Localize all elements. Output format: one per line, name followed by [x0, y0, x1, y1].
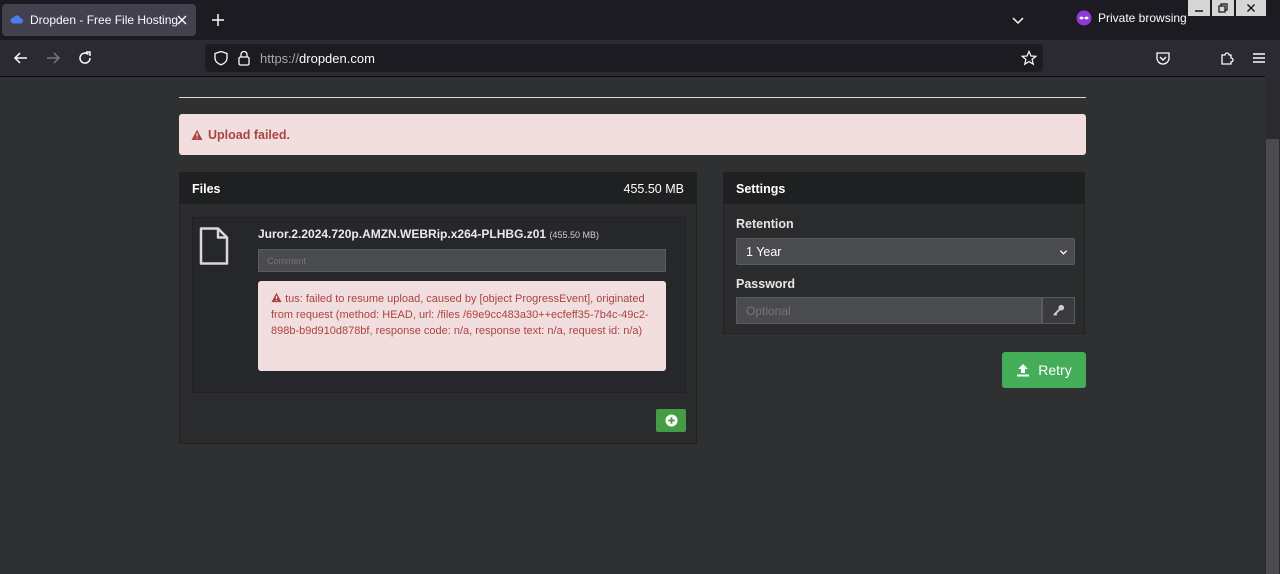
add-file-button[interactable]: [656, 409, 686, 432]
upload-failed-alert: Upload failed.: [179, 114, 1086, 155]
file-size: (455.50 MB): [549, 230, 599, 240]
private-browsing-indicator: Private browsing: [1076, 10, 1187, 26]
generate-password-button[interactable]: [1042, 297, 1075, 324]
restore-icon: [1218, 3, 1228, 13]
warning-icon: [191, 129, 203, 140]
private-mask-icon: [1076, 10, 1092, 26]
extensions-puzzle-icon[interactable]: [1219, 50, 1235, 66]
file-icon: [199, 227, 229, 265]
file-error-message: tus: failed to resume upload, caused by …: [258, 281, 666, 371]
hamburger-menu-icon[interactable]: [1251, 50, 1267, 66]
password-label: Password: [736, 277, 796, 291]
alert-message: Upload failed.: [208, 127, 290, 142]
settings-panel-header: Settings: [724, 173, 1084, 204]
private-browsing-label: Private browsing: [1098, 11, 1187, 25]
key-icon: [1053, 304, 1065, 316]
settings-panel-title: Settings: [736, 181, 786, 196]
chevron-down-icon: [1059, 250, 1068, 255]
back-arrow-icon[interactable]: [13, 50, 29, 66]
tab-bar: Dropden - Free File Hosting Private brow…: [0, 0, 1280, 40]
minimize-icon: [1195, 10, 1203, 12]
plus-circle-icon: [664, 414, 678, 427]
new-tab-icon[interactable]: [210, 12, 226, 28]
files-panel: Files 455.50 MB Juror.2.2024.720p.AMZN.W…: [179, 172, 697, 444]
settings-panel: Settings Retention 1 Year Password: [723, 172, 1085, 334]
files-panel-header: Files 455.50 MB: [180, 173, 696, 204]
url-text[interactable]: https://dropden.com: [260, 51, 375, 66]
files-total-size: 455.50 MB: [623, 181, 684, 196]
retention-label: Retention: [736, 217, 794, 231]
close-window-button[interactable]: [1236, 0, 1266, 16]
file-name-text: Juror.2.2024.720p.AMZN.WEBRip.x264-PLHBG…: [258, 227, 547, 241]
browser-tab[interactable]: Dropden - Free File Hosting: [2, 4, 196, 36]
retention-selected-value: 1 Year: [746, 245, 782, 259]
file-item: Juror.2.2024.720p.AMZN.WEBRip.x264-PLHBG…: [192, 217, 686, 393]
reload-icon[interactable]: [77, 50, 93, 66]
upload-icon: [1017, 364, 1030, 377]
scrollbar-thumb[interactable]: [1266, 139, 1279, 574]
tracking-shield-icon[interactable]: [213, 50, 229, 66]
retention-select[interactable]: 1 Year: [736, 238, 1075, 265]
url-host: dropden.com: [299, 51, 375, 66]
retry-label: Retry: [1038, 362, 1072, 378]
address-bar[interactable]: https://dropden.com: [205, 44, 1043, 72]
comment-input[interactable]: [258, 249, 666, 272]
url-protocol: https://: [260, 51, 300, 66]
bookmark-star-icon[interactable]: [1021, 50, 1037, 66]
close-tab-icon[interactable]: [174, 12, 190, 28]
retry-button[interactable]: Retry: [1002, 352, 1086, 388]
tab-title: Dropden - Free File Hosting: [30, 13, 179, 27]
file-error-text: tus: failed to resume upload, caused by …: [271, 293, 649, 337]
restore-button[interactable]: [1212, 0, 1234, 16]
forward-arrow-icon[interactable]: [45, 50, 61, 66]
navigation-bar: https://dropden.com: [0, 40, 1280, 77]
minimize-button[interactable]: [1188, 0, 1210, 16]
dropden-cloud-icon: [10, 15, 24, 24]
pocket-icon[interactable]: [1155, 50, 1171, 66]
divider: [179, 97, 1086, 98]
files-panel-title: Files: [192, 181, 221, 196]
file-name: Juror.2.2024.720p.AMZN.WEBRip.x264-PLHBG…: [258, 227, 599, 241]
warning-icon: [271, 292, 282, 303]
password-input[interactable]: [736, 297, 1042, 324]
close-icon: [1247, 4, 1255, 12]
lock-icon[interactable]: [237, 50, 251, 66]
chevron-down-icon[interactable]: [1010, 12, 1026, 28]
